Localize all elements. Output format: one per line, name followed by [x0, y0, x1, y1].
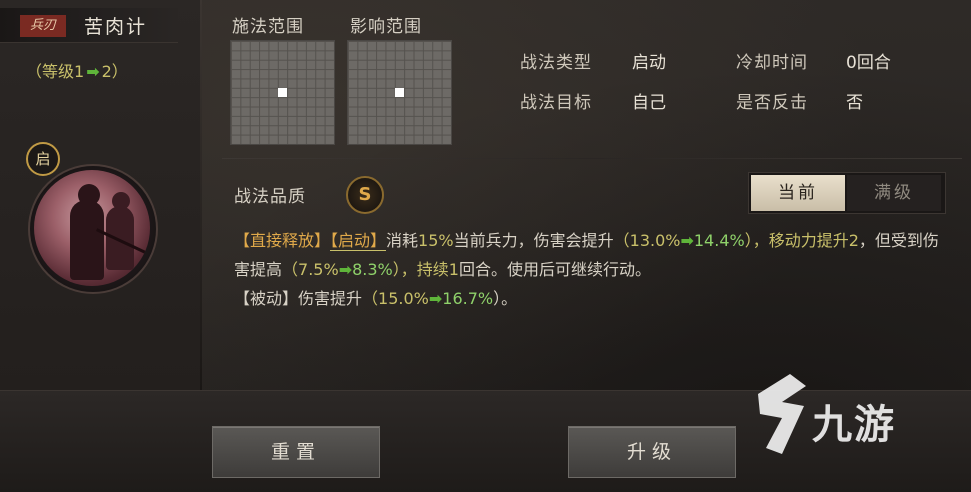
effect-range-center-cell: [395, 88, 404, 97]
skill-level: （等级1 ➡ 2）: [26, 58, 128, 82]
desc-text: 伤害提升: [298, 289, 363, 308]
skill-type-value: 启动: [632, 53, 666, 73]
upgrade-button[interactable]: 升级: [568, 426, 736, 478]
counter-label: 是否反击: [736, 93, 808, 113]
skill-portrait[interactable]: [34, 170, 150, 286]
level-prefix: （等级1: [26, 62, 85, 81]
figure-body: [70, 200, 104, 280]
cooldown-value: 0回合: [846, 53, 891, 73]
skill-description: 【直接释放】【启动】消耗15%当前兵力，伤害会提升（13.0%➡14.4%），移…: [234, 226, 954, 313]
desc-bracket: ），持续: [392, 260, 449, 279]
desc-text: 回合。使用后可继续行动。: [458, 260, 651, 279]
desc-bracket: （: [282, 260, 299, 279]
level-suffix: 2）: [101, 62, 128, 81]
quality-label: 战法品质: [234, 187, 306, 207]
arrow-icon: ➡: [680, 231, 694, 250]
tag-active: 【启动】: [330, 231, 387, 251]
watermark-text: 九游: [812, 402, 896, 448]
desc-value-current: 15.0%: [378, 289, 429, 308]
tab-current[interactable]: 当前: [751, 175, 845, 211]
tag-passive: 【被动】: [234, 289, 299, 308]
tag-direct-release: 【直接释放】: [234, 231, 331, 250]
desc-text: 当前兵力，伤害会提升: [453, 231, 614, 250]
cast-range-label: 施法范围: [232, 17, 304, 37]
cooldown-label: 冷却时间: [736, 53, 808, 73]
start-type-badge: 启: [26, 142, 60, 176]
desc-number: 1: [448, 260, 459, 279]
arrow-icon: ➡: [338, 260, 353, 279]
level-arrow-icon: ➡: [86, 62, 100, 81]
skill-target-label: 战法目标: [520, 93, 592, 113]
skill-type-label: 战法类型: [520, 53, 592, 73]
counter-value: 否: [846, 93, 863, 113]
cast-range-grid: [230, 40, 335, 145]
level-view-toggle: 当前 满级: [748, 172, 946, 214]
desc-bracket: （: [362, 289, 379, 308]
cast-range-center-cell: [278, 88, 287, 97]
desc-bracket: ），移动力提升: [744, 231, 849, 250]
effect-range-grid: [347, 40, 452, 145]
desc-value-next: 16.7%: [442, 289, 494, 308]
effect-range-label: 影响范围: [350, 17, 422, 37]
quality-grade-badge: S: [346, 176, 384, 214]
skill-type-tag: 兵刃: [20, 15, 66, 37]
desc-number: 2: [848, 231, 859, 250]
reset-button[interactable]: 重置: [212, 426, 380, 478]
desc-text: 消耗: [386, 231, 419, 250]
desc-value-current: 13.0%: [629, 231, 681, 250]
desc-number: 15%: [418, 231, 454, 250]
desc-bracket: ）。: [493, 289, 518, 308]
desc-value-next: 8.3%: [352, 260, 393, 279]
tab-max-level[interactable]: 满级: [847, 175, 941, 211]
panel-divider: [200, 0, 202, 390]
section-divider: [222, 158, 962, 159]
arrow-icon: ➡: [428, 289, 443, 308]
desc-value-next: 14.4%: [693, 231, 745, 250]
skill-name: 苦肉计: [84, 16, 148, 38]
desc-value-current: 7.5%: [298, 260, 339, 279]
skill-target-value: 自己: [632, 93, 666, 113]
desc-bracket: （: [613, 231, 630, 250]
